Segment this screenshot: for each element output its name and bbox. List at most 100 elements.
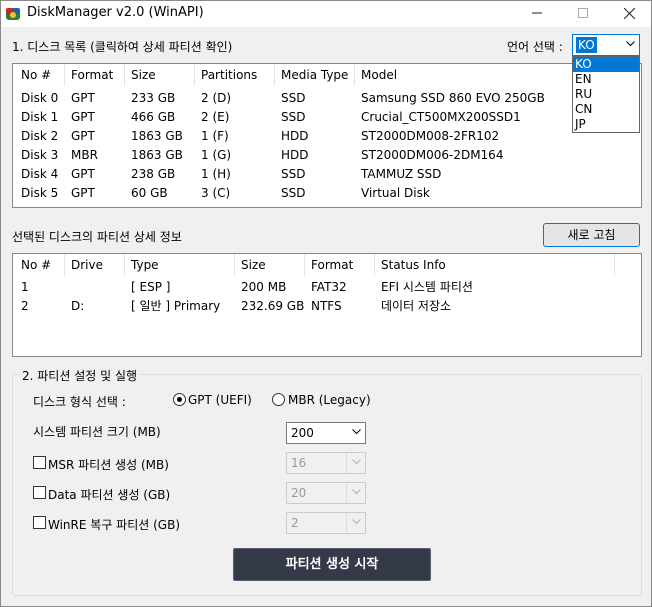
gpt-radio-label[interactable]: GPT (UEFI) [188, 393, 252, 407]
disk-cell-size: 60 GB [131, 186, 168, 200]
disk-cell-partitions: 2 (E) [201, 110, 230, 124]
msr-checkbox-label[interactable]: MSR 파티션 생성 (MB) [48, 456, 169, 473]
col-header-drive[interactable]: Drive [65, 254, 125, 276]
winre-checkbox-label[interactable]: WinRE 복구 파티션 (GB) [48, 516, 180, 533]
disk-cell-format: GPT [71, 110, 95, 124]
data-checkbox[interactable] [33, 486, 46, 499]
partition-cell-no: 1 [21, 280, 29, 294]
system-size-combo[interactable]: 200 [286, 422, 366, 444]
disk-list-title: 1. 디스크 목록 (클릭하여 상세 파티션 확인) [12, 40, 233, 54]
app-icon [6, 8, 20, 20]
data-size-combo[interactable]: 20 [286, 482, 366, 504]
col-header-status[interactable]: Status Info [375, 254, 615, 276]
chevron-down-icon [346, 453, 365, 473]
language-combo[interactable]: KO [572, 34, 640, 56]
disk-cell-size: 1863 GB [131, 129, 183, 143]
disk-cell-no: Disk 4 [21, 167, 59, 181]
minimize-button[interactable] [514, 1, 560, 27]
disk-cell-model: TAMMUZ SSD [361, 167, 442, 181]
msr-checkbox[interactable] [33, 456, 46, 469]
mbr-radio-label[interactable]: MBR (Legacy) [288, 393, 371, 407]
disk-cell-partitions: 1 (H) [201, 167, 231, 181]
refresh-button[interactable]: 새로 고침 [543, 223, 640, 247]
start-partition-button[interactable]: 파티션 생성 시작 [233, 548, 431, 581]
partition-cell-no: 2 [21, 299, 29, 313]
partition-detail-title: 선택된 디스크의 파티션 상세 정보 [12, 230, 182, 244]
disk-cell-size: 233 GB [131, 91, 176, 105]
title-bar: DiskManager v2.0 (WinAPI) [1, 1, 651, 27]
language-dropdown-list: KO EN RU CN JP [572, 56, 640, 133]
col-header-no[interactable]: No # [15, 254, 65, 276]
disk-cell-media: SSD [281, 167, 306, 181]
close-button[interactable] [606, 1, 652, 27]
disk-cell-format: GPT [71, 129, 95, 143]
disk-format-label: 디스크 형식 선택 : [33, 395, 126, 409]
disk-list[interactable]: No # Format Size Partitions Media Type M… [12, 63, 642, 208]
disk-cell-format: MBR [71, 148, 98, 162]
disk-cell-partitions: 2 (D) [201, 91, 232, 105]
chevron-down-icon [621, 35, 639, 55]
mbr-radio[interactable] [272, 393, 285, 406]
minimize-icon [532, 12, 542, 14]
col-header-format[interactable]: Format [305, 254, 375, 276]
partition-cell-format: NTFS [311, 299, 342, 313]
partition-list[interactable]: No # Drive Type Size Format Status Info … [12, 253, 642, 357]
col-header-size[interactable]: Size [125, 64, 195, 86]
partition-cell-type: [ ESP ] [131, 280, 171, 294]
disk-cell-media: SSD [281, 110, 306, 124]
partition-cell-status: EFI 시스템 파티션 [381, 280, 473, 294]
partition-cell-type: [ 일반 ] Primary [131, 299, 221, 313]
winre-size-value: 2 [291, 516, 299, 530]
close-icon [623, 7, 635, 20]
disk-cell-no: Disk 3 [21, 148, 59, 162]
system-size-value: 200 [291, 426, 314, 440]
disk-cell-size: 466 GB [131, 110, 176, 124]
partition-cell-size: 200 MB [241, 280, 287, 294]
chevron-down-icon [346, 483, 365, 503]
partition-cell-status: 데이터 저장소 [381, 299, 452, 313]
chevron-down-icon [347, 423, 365, 443]
disk-cell-partitions: 1 (G) [201, 148, 232, 162]
col-header-type[interactable]: Type [125, 254, 235, 276]
disk-cell-size: 1863 GB [131, 148, 183, 162]
msr-size-combo[interactable]: 16 [286, 452, 366, 474]
disk-cell-partitions: 3 (C) [201, 186, 231, 200]
col-header-size[interactable]: Size [235, 254, 305, 276]
language-option-cn[interactable]: CN [573, 102, 639, 117]
chevron-down-icon [346, 513, 365, 533]
partition-cell-size: 232.69 GB [241, 299, 305, 313]
window-title: DiskManager v2.0 (WinAPI) [27, 5, 204, 20]
winre-size-combo[interactable]: 2 [286, 512, 366, 534]
col-header-format[interactable]: Format [65, 64, 125, 86]
gpt-radio[interactable] [173, 393, 186, 406]
disk-cell-media: SSD [281, 186, 306, 200]
language-selected-value: KO [576, 37, 597, 53]
data-checkbox-label[interactable]: Data 파티션 생성 (GB) [48, 486, 170, 503]
disk-cell-format: GPT [71, 186, 95, 200]
disk-cell-size: 238 GB [131, 167, 176, 181]
winre-checkbox[interactable] [33, 516, 46, 529]
disk-cell-no: Disk 0 [21, 91, 59, 105]
maximize-icon [578, 8, 588, 18]
app-window: DiskManager v2.0 (WinAPI) 1. 디스크 목록 (클릭하… [0, 0, 652, 607]
language-option-ru[interactable]: RU [573, 87, 639, 102]
disk-cell-model: Virtual Disk [361, 186, 430, 200]
col-header-partitions[interactable]: Partitions [195, 64, 275, 86]
maximize-button[interactable] [560, 1, 606, 27]
settings-group-title: 2. 파티션 설정 및 실행 [20, 367, 140, 384]
disk-cell-no: Disk 5 [21, 186, 59, 200]
radio-selected-dot [177, 397, 182, 402]
col-header-no[interactable]: No # [15, 64, 65, 86]
language-option-jp[interactable]: JP [573, 117, 639, 132]
partition-cell-format: FAT32 [311, 280, 347, 294]
disk-cell-format: GPT [71, 167, 95, 181]
language-option-en[interactable]: EN [573, 72, 639, 87]
col-header-media-type[interactable]: Media Type [275, 64, 355, 86]
disk-cell-partitions: 1 (F) [201, 129, 229, 143]
system-partition-size-label: 시스템 파티션 크기 (MB) [33, 425, 161, 439]
disk-cell-media: HDD [281, 129, 309, 143]
disk-cell-model: ST2000DM006-2DM164 [361, 148, 504, 162]
disk-cell-no: Disk 1 [21, 110, 59, 124]
language-option-ko[interactable]: KO [573, 57, 639, 72]
disk-cell-no: Disk 2 [21, 129, 59, 143]
